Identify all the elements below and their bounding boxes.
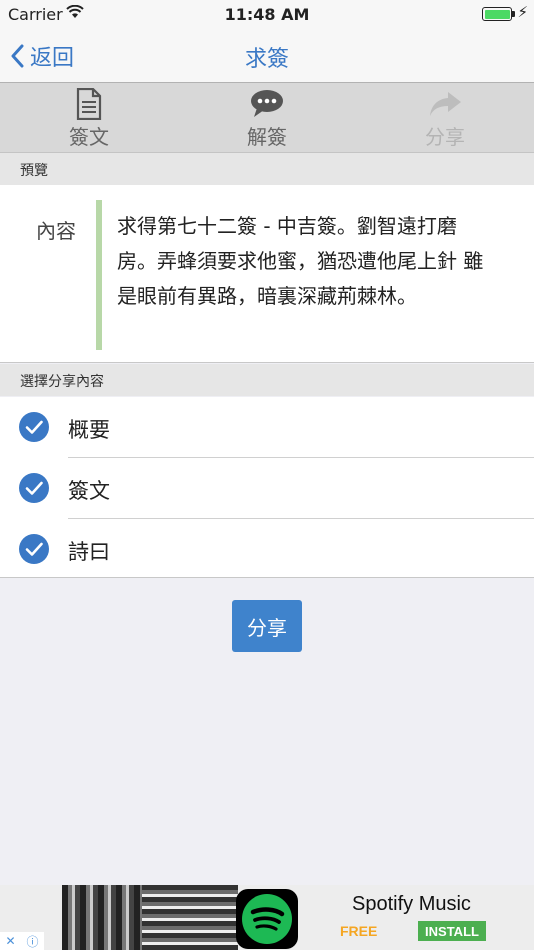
checkmark-icon[interactable] [18,533,50,565]
preview-panel: 內容 求得第七十二簽 - 中吉簽。劉智遠打磨房。弄蜂須要求他蜜，猶恐遭他尾上針 … [0,185,534,363]
toolbar-item-interpret[interactable]: 解簽 [178,83,356,152]
toolbar-item-label: 簽文 [69,125,109,149]
ad-banner[interactable]: ✕ ⓘ Spotify Music FREE INSTALL [0,885,534,950]
toolbar-item-label: 解簽 [247,125,287,149]
status-time: 11:48 AM [224,5,310,24]
option-verse[interactable]: 詩曰 [0,519,534,580]
ad-title: Spotify Music [352,893,471,915]
back-button[interactable]: 返回 [10,40,74,72]
option-label: 簽文 [68,479,110,503]
option-summary[interactable]: 概要 [0,397,534,458]
chat-bubble-icon [250,88,284,120]
preview-section-header: 預覽 [0,153,534,185]
option-poem[interactable]: 簽文 [0,458,534,519]
close-icon[interactable]: ✕ [5,934,15,948]
toolbar-item-share[interactable]: 分享 [356,83,534,152]
toolbar: 簽文 解簽 分享 [0,83,534,153]
spotify-logo [236,889,298,949]
share-options-list: 概要 簽文 詩曰 [0,397,534,578]
preview-text: 求得第七十二簽 - 中吉簽。劉智遠打磨房。弄蜂須要求他蜜，猶恐遭他尾上針 雖是眼… [117,214,484,308]
install-button[interactable]: INSTALL [418,921,486,941]
navigation-bar: 返回 求簽 [0,28,534,83]
content-label: 內容 [36,219,76,243]
ad-choices[interactable]: ✕ ⓘ [0,932,44,950]
checkmark-icon[interactable] [18,411,50,443]
quote-bar [96,200,102,350]
ad-image-secondary [142,885,238,950]
toolbar-item-poem[interactable]: 簽文 [0,83,178,152]
status-bar: Carrier 11:48 AM ⚡ [0,0,534,28]
back-label: 返回 [30,46,75,71]
document-icon [76,88,102,120]
toolbar-item-label: 分享 [425,125,465,149]
checkmark-icon[interactable] [18,472,50,504]
ad-image [62,885,142,950]
page-title: 求簽 [244,47,289,72]
share-button[interactable]: 分享 [232,600,302,652]
info-icon[interactable]: ⓘ [26,933,38,950]
battery-tip [512,11,515,17]
charging-icon: ⚡ [517,3,528,21]
chevron-left-icon [11,44,24,68]
option-label: 詩曰 [68,540,110,564]
share-arrow-icon [428,88,462,120]
share-options-header: 選擇分享內容 [0,364,534,396]
ad-price: FREE [340,923,378,939]
option-label: 概要 [68,418,110,442]
battery-icon [482,7,512,21]
